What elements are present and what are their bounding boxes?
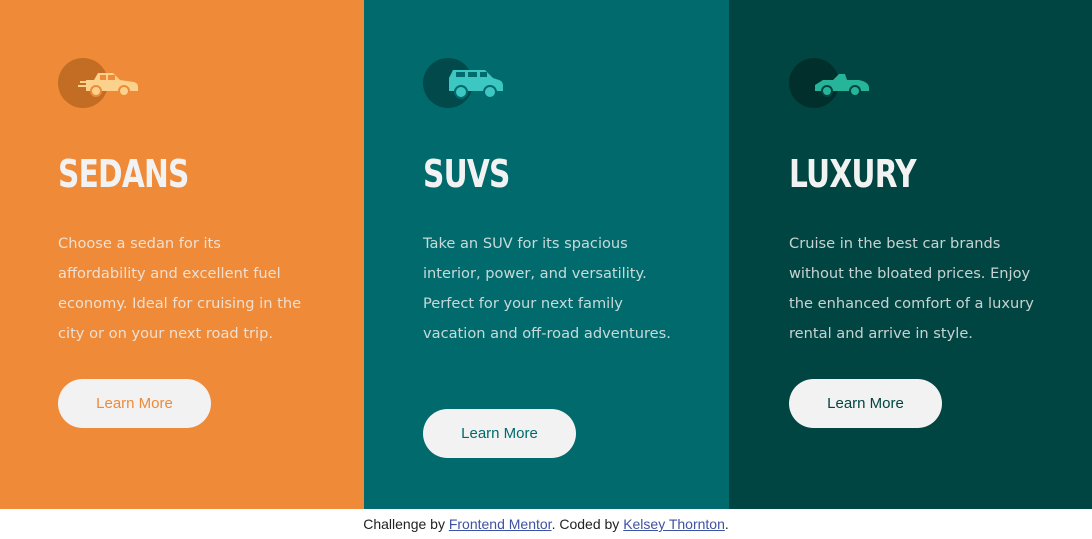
card-title: SEDANS [58,152,189,196]
attribution-prefix: Challenge by [363,516,449,532]
frontend-mentor-link[interactable]: Frontend Mentor [449,516,552,532]
learn-more-button[interactable]: Learn More [789,379,942,428]
sedan-car-icon [58,58,142,110]
luxury-car-icon [789,58,873,110]
attribution: Challenge by Frontend Mentor. Coded by K… [0,509,1092,533]
card-luxury: LUXURY Cruise in the best car brands wit… [729,0,1092,509]
card-title: SUVS [423,152,510,196]
learn-more-button[interactable]: Learn More [423,409,576,458]
card-title: LUXURY [789,152,917,196]
learn-more-button[interactable]: Learn More [58,379,211,428]
card-description: Cruise in the best car brands without th… [789,235,1034,342]
attribution-middle: . Coded by [551,516,624,532]
card-sedans: SEDANS Choose a sedan for its affordabil… [0,0,364,509]
card-description: Choose a sedan for its affordability and… [58,235,302,342]
suv-car-icon [423,58,507,110]
card-suvs: SUVS Take an SUV for its spacious interi… [364,0,729,509]
attribution-suffix: . [724,516,729,532]
card-description: Take an SUV for its spacious interior, p… [423,235,671,342]
author-link[interactable]: Kelsey Thornton [623,516,725,532]
cards-container: SEDANS Choose a sedan for its affordabil… [0,0,1092,509]
